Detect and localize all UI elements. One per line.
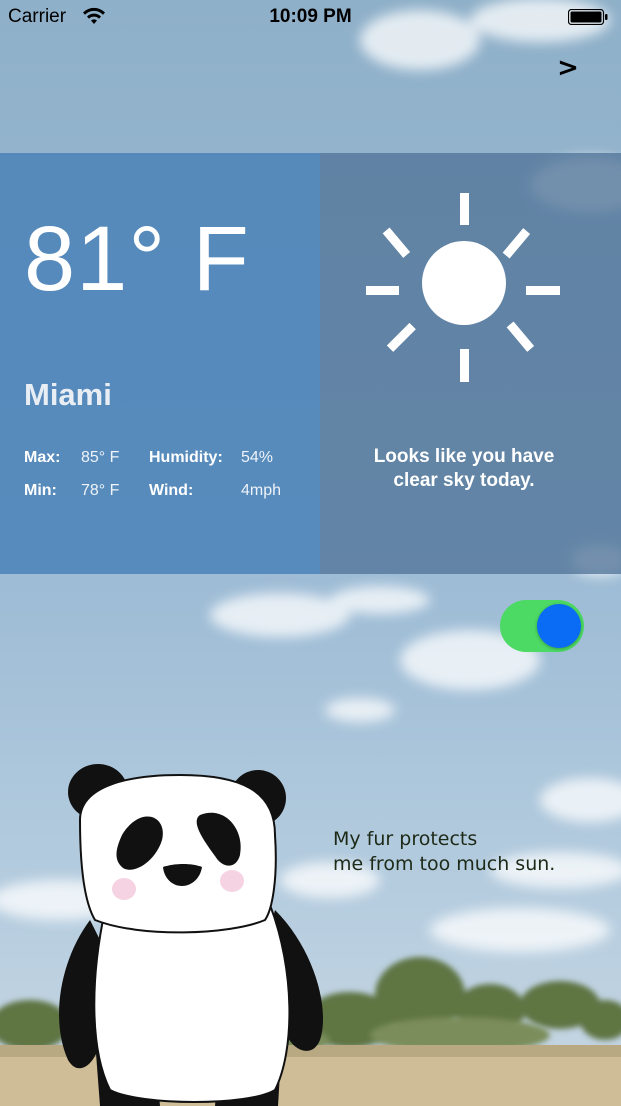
- max-label: Max:: [24, 449, 61, 466]
- wind-label: Wind:: [149, 482, 194, 499]
- weather-summary-panel: 81° F Miami Max: 85° F Humidity: 54% Min…: [0, 153, 320, 574]
- theme-toggle[interactable]: [500, 600, 584, 652]
- panda-quote-line-1: My fur protects: [333, 828, 478, 850]
- next-button[interactable]: >: [553, 52, 583, 84]
- status-bar: Carrier 10:09 PM: [0, 0, 621, 36]
- battery-icon: [568, 9, 608, 25]
- min-label: Min:: [24, 482, 57, 499]
- humidity-label: Humidity:: [149, 449, 223, 466]
- condition-line-1: Looks like you have: [373, 446, 555, 467]
- weather-condition-panel: Looks like you have clear sky today.: [320, 153, 621, 574]
- panda-quote-line-2: me from too much sun.: [333, 853, 556, 875]
- wind-value: 4mph: [241, 482, 282, 499]
- condition-text: Looks like you have clear sky today.: [320, 445, 608, 493]
- panda-illustration: [59, 764, 323, 1106]
- sun-icon: [366, 193, 560, 382]
- max-value: 85° F: [81, 449, 120, 466]
- min-value: 78° F: [81, 482, 120, 499]
- panda-quote: My fur protects me from too much sun.: [333, 827, 555, 877]
- condition-line-2: clear sky today.: [393, 470, 535, 491]
- toggle-knob: [537, 604, 581, 648]
- clock: 10:09 PM: [269, 6, 352, 27]
- temperature: 81° F: [24, 208, 250, 310]
- humidity-value: 54%: [241, 449, 274, 466]
- city-name: Miami: [24, 377, 112, 412]
